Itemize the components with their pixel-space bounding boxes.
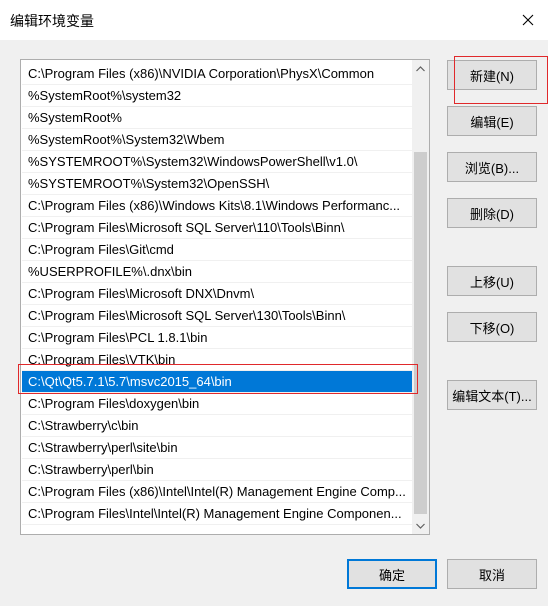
- path-list[interactable]: C:\Program Files (x86)\NVIDIA Corporatio…: [20, 59, 430, 535]
- chevron-down-icon: [416, 523, 425, 529]
- path-list-item[interactable]: C:\Program Files\Microsoft SQL Server\13…: [22, 305, 412, 327]
- path-list-item[interactable]: C:\Program Files (x86)\NVIDIA Corporatio…: [22, 63, 412, 85]
- edit-environment-variable-dialog: 编辑环境变量 C:\Program Files (x86)\NVIDIA Cor…: [0, 0, 548, 606]
- path-list-item[interactable]: C:\Program Files\VTK\bin: [22, 349, 412, 371]
- path-list-item[interactable]: C:\Program Files\PCL 1.8.1\bin: [22, 327, 412, 349]
- edit-button[interactable]: 编辑(E): [447, 106, 537, 136]
- path-list-item[interactable]: C:\Program Files (x86)\Intel\Intel(R) Ma…: [22, 481, 412, 503]
- title-bar: 编辑环境变量: [0, 0, 548, 40]
- path-list-item[interactable]: C:\Qt\Qt5.7.1\5.7\msvc2015_64\bin: [22, 371, 412, 393]
- path-list-item[interactable]: %SYSTEMROOT%\System32\OpenSSH\: [22, 173, 412, 195]
- path-list-rows: C:\Program Files (x86)\NVIDIA Corporatio…: [22, 63, 412, 525]
- path-list-item[interactable]: C:\Program Files\doxygen\bin: [22, 393, 412, 415]
- chevron-up-icon: [416, 65, 425, 71]
- scroll-down-button[interactable]: [412, 517, 429, 534]
- path-list-item[interactable]: %USERPROFILE%\.dnx\bin: [22, 261, 412, 283]
- path-list-item[interactable]: C:\Program Files\Microsoft DNX\Dnvm\: [22, 283, 412, 305]
- browse-button[interactable]: 浏览(B)...: [447, 152, 537, 182]
- path-list-item[interactable]: C:\Strawberry\perl\site\bin: [22, 437, 412, 459]
- close-icon: [522, 14, 534, 26]
- scrollbar-thumb[interactable]: [414, 152, 427, 514]
- path-list-item[interactable]: C:\Program Files\Intel\Intel(R) Manageme…: [22, 503, 412, 525]
- path-list-item[interactable]: C:\Program Files\Microsoft SQL Server\11…: [22, 217, 412, 239]
- path-list-item[interactable]: %SystemRoot%: [22, 107, 412, 129]
- path-list-item[interactable]: C:\Program Files\Git\cmd: [22, 239, 412, 261]
- close-button[interactable]: [514, 6, 542, 34]
- edit-text-button[interactable]: 编辑文本(T)...: [447, 380, 537, 410]
- delete-button[interactable]: 删除(D): [447, 198, 537, 228]
- path-list-item[interactable]: %SYSTEMROOT%\System32\WindowsPowerShell\…: [22, 151, 412, 173]
- scroll-up-button[interactable]: [412, 60, 429, 77]
- vertical-scrollbar[interactable]: [412, 60, 429, 534]
- path-list-item[interactable]: C:\Strawberry\perl\bin: [22, 459, 412, 481]
- cancel-button[interactable]: 取消: [447, 559, 537, 589]
- move-up-button[interactable]: 上移(U): [447, 266, 537, 296]
- path-list-item[interactable]: %SystemRoot%\System32\Wbem: [22, 129, 412, 151]
- path-list-item[interactable]: C:\Program Files (x86)\Windows Kits\8.1\…: [22, 195, 412, 217]
- new-button[interactable]: 新建(N): [447, 60, 537, 90]
- ok-button[interactable]: 确定: [347, 559, 437, 589]
- move-down-button[interactable]: 下移(O): [447, 312, 537, 342]
- path-list-item[interactable]: %SystemRoot%\system32: [22, 85, 412, 107]
- dialog-title: 编辑环境变量: [10, 13, 94, 29]
- path-list-item[interactable]: C:\Strawberry\c\bin: [22, 415, 412, 437]
